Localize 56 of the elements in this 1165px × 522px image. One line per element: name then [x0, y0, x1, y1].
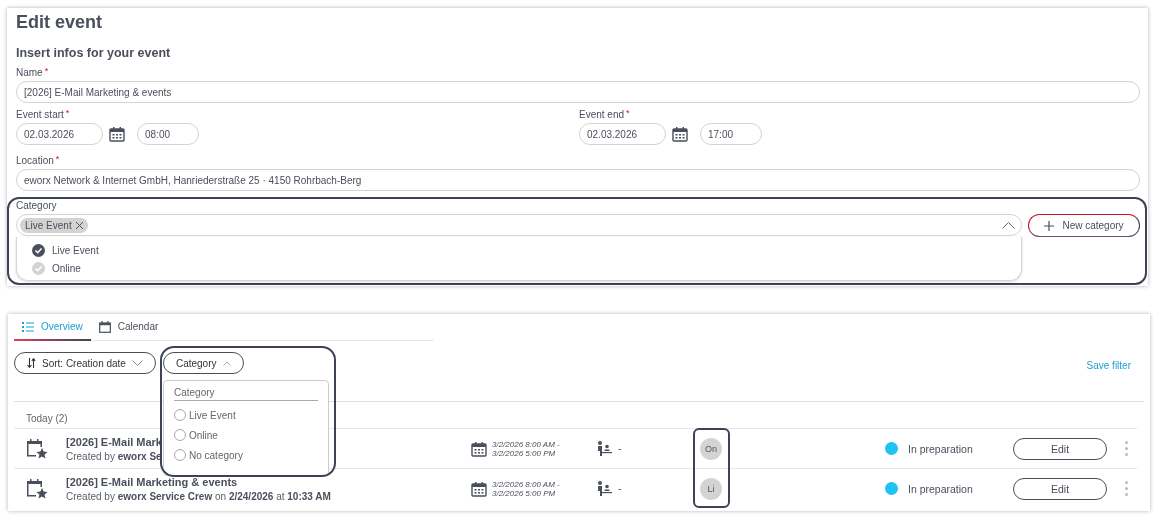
field-label: Event start	[16, 109, 64, 120]
status-label: In preparation	[908, 482, 973, 495]
new-category-button[interactable]: New category	[1028, 214, 1140, 237]
more-icon[interactable]	[1125, 441, 1128, 456]
event-title[interactable]: [2026] E-Mail Marketing & events	[66, 475, 238, 488]
calendar-icon	[471, 480, 487, 497]
page-title: Edit event	[16, 12, 103, 33]
calendar-icon[interactable]	[672, 126, 688, 142]
remove-icon[interactable]	[75, 221, 83, 229]
category-avatar: Li	[700, 477, 722, 500]
chevron-icon	[131, 360, 143, 366]
filter-option[interactable]: No category	[174, 445, 318, 465]
list-icon	[22, 321, 34, 332]
radio-button[interactable]	[174, 449, 186, 461]
calendar-star-icon	[26, 477, 48, 500]
sort-icon	[27, 358, 36, 368]
more-icon[interactable]	[1125, 481, 1128, 496]
dropdown-option[interactable]: Online	[32, 259, 1006, 277]
required-mark: *	[626, 109, 630, 117]
people-icon	[597, 481, 612, 496]
tag-label: Live Event	[25, 219, 72, 231]
event-title[interactable]: [2026] E-Mail Mark	[66, 435, 162, 448]
field-label: Location	[16, 155, 54, 166]
event-dates: 3/2/2026 8:00 AM - 3/2/2026 5:00 PM	[492, 439, 560, 458]
calendar-icon	[98, 320, 111, 333]
participant-count: -	[618, 443, 622, 454]
created-info: Created by eworx Service Crew on 2/24/2026 at 10:33 AM	[66, 490, 331, 502]
field-label: Event end	[579, 109, 625, 120]
calendar-star-icon	[26, 437, 48, 460]
view-tab[interactable]: Calendar	[90, 314, 167, 341]
filter-option[interactable]: Live Event	[174, 405, 318, 425]
filter-option[interactable]: Online	[174, 425, 318, 445]
people-icon	[597, 441, 612, 456]
status-label: In preparation	[908, 442, 973, 455]
sort-button[interactable]: Sort: Creation date	[14, 352, 156, 374]
category-filter-button[interactable]: Category	[162, 352, 244, 374]
edit-button[interactable]: Edit	[1013, 437, 1107, 460]
participant-count: -	[618, 483, 622, 494]
event-dates: 3/2/2026 8:00 AM - 3/2/2026 5:00 PM	[492, 479, 560, 498]
calendar-icon	[471, 440, 487, 457]
dropdown-option[interactable]: Live Event	[32, 241, 1006, 259]
edit-button[interactable]: Edit	[1013, 477, 1107, 500]
required-mark: *	[65, 109, 70, 117]
field-label: Category	[16, 200, 57, 211]
plus-icon	[1044, 220, 1055, 231]
calendar-icon[interactable]	[109, 126, 125, 142]
required-mark: *	[44, 67, 49, 75]
dropdown-heading: Category	[174, 387, 318, 401]
field-label: Name	[16, 67, 43, 78]
section-heading: Insert infos for your event	[16, 46, 171, 60]
group-heading: Today (2)	[26, 413, 68, 424]
chevron-icon[interactable]	[1002, 221, 1015, 229]
required-mark: *	[55, 155, 60, 163]
radio-button[interactable]	[174, 409, 186, 421]
radio-button[interactable]	[174, 429, 186, 441]
category-avatar: On	[700, 437, 722, 460]
